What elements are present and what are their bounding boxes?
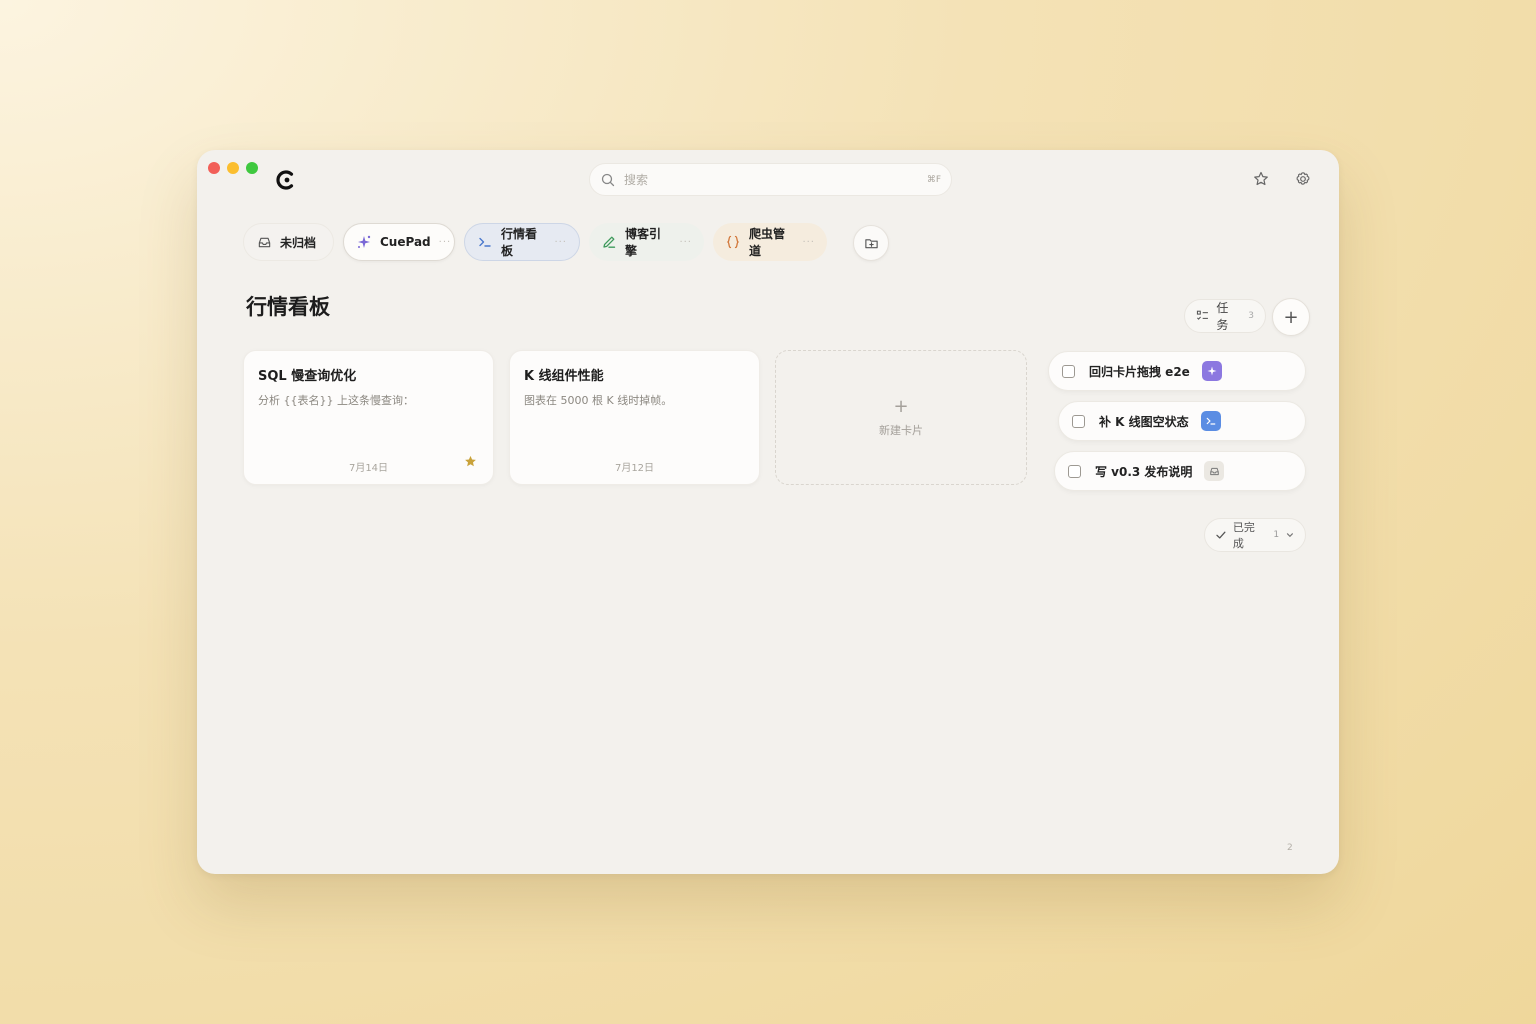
check-icon [1216, 531, 1226, 539]
terminal-icon [477, 234, 493, 250]
tab-unarchived[interactable]: 未归档 [243, 223, 334, 261]
tab-market-board[interactable]: 行情看板 ··· [464, 223, 580, 261]
card-kline-performance[interactable]: K 线组件性能 图表在 5000 根 K 线时掉帧。 7月12日 [509, 350, 760, 485]
card-date: 7月14日 [348, 463, 389, 474]
card-title: SQL 慢查询优化 [258, 369, 357, 384]
tasks-label: 任务 [1216, 301, 1229, 332]
sparkle-icon [356, 234, 372, 250]
new-card-button[interactable]: + 新建卡片 [775, 350, 1027, 485]
pen-icon [601, 234, 617, 250]
tab-more-icon[interactable]: ··· [802, 237, 815, 248]
minimize-window-button[interactable] [227, 162, 239, 174]
tab-more-icon[interactable]: ··· [439, 237, 452, 248]
plus-icon: + [893, 395, 909, 417]
card-description: 图表在 5000 根 K 线时掉帧。 [524, 394, 673, 407]
search-bar[interactable]: ⌘F [589, 163, 952, 196]
new-card-label: 新建卡片 [879, 423, 923, 437]
card-date: 7月12日 [614, 463, 655, 474]
search-input[interactable] [624, 172, 927, 187]
braces-icon [725, 234, 741, 250]
folder-plus-icon [864, 238, 878, 248]
maximize-window-button[interactable] [246, 162, 258, 174]
card-sql-optimization[interactable]: SQL 慢查询优化 分析 {{表名}} 上这条慢查询： 7月14日 [243, 350, 494, 485]
page-title: 行情看板 [246, 295, 330, 319]
task-checkbox[interactable] [1068, 464, 1081, 478]
card-description: 分析 {{表名}} 上这条慢查询： [258, 394, 414, 407]
task-label: 写 v0.3 发布说明 [1095, 464, 1193, 479]
completed-count: 1 [1273, 530, 1280, 540]
star-filled-icon[interactable] [464, 455, 477, 468]
add-task-button[interactable]: + [1272, 298, 1310, 336]
window-controls [208, 162, 258, 174]
tab-crawler-pipeline[interactable]: 爬虫管道 ··· [713, 223, 827, 261]
task-item[interactable]: 写 v0.3 发布说明 [1054, 451, 1306, 491]
app-logo-icon [276, 170, 294, 190]
card-title: K 线组件性能 [524, 369, 604, 384]
plus-icon: + [1283, 306, 1299, 328]
task-label: 回归卡片拖拽 e2e [1089, 364, 1190, 379]
tab-blog-engine[interactable]: 博客引擎 ··· [589, 223, 704, 261]
tab-label: 博客引擎 [625, 227, 662, 258]
add-project-button[interactable] [853, 225, 889, 261]
task-item[interactable]: 回归卡片拖拽 e2e [1048, 351, 1306, 391]
search-icon [601, 173, 615, 186]
close-window-button[interactable] [208, 162, 220, 174]
task-checkbox[interactable] [1072, 414, 1085, 428]
star-icon[interactable] [1252, 170, 1270, 188]
task-checkbox[interactable] [1062, 364, 1075, 378]
project-tabs: 未归档 CuePad ··· 行情看板 ··· 博客引擎 ··· 爬虫管道 ··… [243, 223, 827, 261]
tab-label: CuePad [380, 235, 431, 249]
tab-label: 未归档 [280, 235, 317, 250]
completed-label: 已完成 [1232, 521, 1255, 550]
tab-cuepad[interactable]: CuePad ··· [343, 223, 455, 261]
tab-label: 爬虫管道 [749, 227, 786, 258]
checklist-icon [1196, 310, 1208, 320]
settings-gear-icon[interactable] [1294, 170, 1312, 188]
tab-more-icon[interactable]: ··· [679, 237, 692, 248]
tasks-count: 3 [1248, 311, 1254, 321]
tab-more-icon[interactable]: ··· [554, 237, 567, 248]
terminal-icon [1200, 411, 1221, 431]
task-item[interactable]: 补 K 线图空状态 [1058, 401, 1306, 441]
task-label: 补 K 线图空状态 [1099, 414, 1189, 429]
page-number: 2 [1287, 843, 1293, 853]
tab-label: 行情看板 [501, 227, 538, 258]
completed-toggle[interactable]: 已完成 1 [1204, 518, 1306, 552]
inbox-icon [256, 234, 272, 250]
search-shortcut: ⌘F [926, 174, 941, 185]
app-window: ⌘F 未归档 CuePad ··· 行情看板 ··· [197, 150, 1339, 874]
sparkle-icon [1201, 361, 1222, 381]
chevron-down-icon [1287, 533, 1294, 538]
inbox-icon [1204, 461, 1225, 481]
tasks-toggle[interactable]: 任务 3 [1184, 299, 1266, 333]
